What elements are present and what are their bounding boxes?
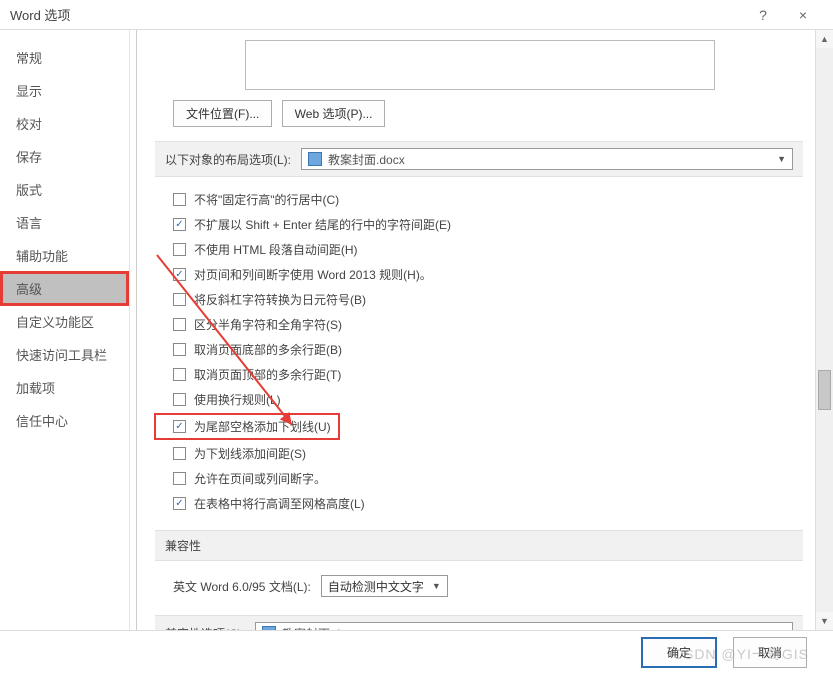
cb-fixed-line-height[interactable]: 不将"固定行高"的行居中(C) [155,187,803,212]
help-button[interactable]: ? [743,7,783,23]
sidebar-item-accessibility[interactable]: 辅助功能 [2,240,127,271]
sidebar-item-language[interactable]: 语言 [2,207,127,238]
document-icon [308,152,322,166]
close-button[interactable]: × [783,7,823,23]
checkbox-icon [173,293,186,306]
sidebar-item-proofing[interactable]: 校对 [2,108,127,139]
sidebar-item-display[interactable]: 显示 [2,75,127,106]
compat-options-header: 兼容性选项(C): 教案封面.docx ▼ [155,615,803,630]
preview-box [245,40,715,90]
cb-table-row-grid[interactable]: ✓在表格中将行高调至网格高度(L) [155,491,803,516]
checkbox-icon [173,243,186,256]
checkbox-icon [173,343,186,356]
chevron-down-icon: ▼ [777,154,786,164]
layout-options-doc-dropdown[interactable]: 教案封面.docx ▼ [301,148,793,170]
layout-options-header: 以下对象的布局选项(L): 教案封面.docx ▼ [155,141,803,177]
ok-button[interactable]: 确定 [641,637,717,668]
cb-underline-spacing[interactable]: 为下划线添加间距(S) [155,441,803,466]
vertical-scrollbar[interactable]: ▲ ▼ [815,30,833,630]
english-word-dropdown[interactable]: 自动检测中文文字 ▼ [321,575,448,597]
cb-half-full-width[interactable]: 区分半角字符和全角字符(S) [155,312,803,337]
sidebar-item-general[interactable]: 常规 [2,42,127,73]
checkbox-icon: ✓ [173,218,186,231]
sidebar-item-advanced[interactable]: 高级 [2,273,127,304]
cb-trailing-space-underline[interactable]: ✓为尾部空格添加下划线(U) [155,414,339,439]
scroll-down-icon[interactable]: ▼ [816,612,833,630]
compat-options-doc-dropdown[interactable]: 教案封面.docx ▼ [255,622,793,630]
sidebar-item-layout[interactable]: 版式 [2,174,127,205]
main-panel: 文件位置(F)... Web 选项(P)... 以下对象的布局选项(L): 教案… [136,30,833,630]
layout-options-label: 以下对象的布局选项(L): [165,151,291,168]
cb-bottom-extra-spacing[interactable]: 取消页面底部的多余行距(B) [155,337,803,362]
scroll-up-icon[interactable]: ▲ [816,30,833,48]
cb-allow-hyphenation[interactable]: 允许在页间或列间断字。 [155,466,803,491]
sidebar-item-save[interactable]: 保存 [2,141,127,172]
sidebar: 常规 显示 校对 保存 版式 语言 辅助功能 高级 自定义功能区 快速访问工具栏… [0,30,130,630]
sidebar-item-trust-center[interactable]: 信任中心 [2,405,127,436]
layout-options-doc-value: 教案封面.docx [328,151,769,168]
checkbox-icon [173,472,186,485]
cancel-button[interactable]: 取消 [733,637,807,668]
checkbox-icon: ✓ [173,420,186,433]
checkbox-icon: ✓ [173,497,186,510]
cb-top-extra-spacing[interactable]: 取消页面顶部的多余行距(T) [155,362,803,387]
web-options-button[interactable]: Web 选项(P)... [282,100,386,127]
sidebar-item-qat[interactable]: 快速访问工具栏 [2,339,127,370]
scrollbar-thumb[interactable] [818,370,831,410]
dialog-footer: 确定 取消 CSDN @YI一哥GIS [0,630,833,674]
compat-section-label: 兼容性 [165,537,201,554]
english-word-label: 英文 Word 6.0/95 文档(L): [173,578,311,595]
compat-section-header: 兼容性 [155,530,803,561]
checkbox-icon: ✓ [173,268,186,281]
sidebar-item-customize-ribbon[interactable]: 自定义功能区 [2,306,127,337]
cb-shift-enter-spacing[interactable]: ✓不扩展以 Shift + Enter 结尾的行中的字符间距(E) [155,212,803,237]
checkbox-icon [173,193,186,206]
english-word-value: 自动检测中文文字 [328,578,424,595]
checkbox-icon [173,368,186,381]
cb-html-spacing[interactable]: 不使用 HTML 段落自动间距(H) [155,237,803,262]
file-locations-button[interactable]: 文件位置(F)... [173,100,272,127]
chevron-down-icon: ▼ [432,581,441,591]
checkbox-icon [173,447,186,460]
titlebar: Word 选项 ? × [0,0,833,30]
checkbox-icon [173,393,186,406]
cb-backslash-yen[interactable]: 将反斜杠字符转换为日元符号(B) [155,287,803,312]
cb-line-break-rules[interactable]: 使用换行规则(L) [155,387,803,412]
checkbox-icon [173,318,186,331]
window-title: Word 选项 [10,5,743,24]
sidebar-item-addins[interactable]: 加载项 [2,372,127,403]
cb-word2013-hyphenation[interactable]: ✓对页间和列间断字使用 Word 2013 规则(H)。 [155,262,803,287]
